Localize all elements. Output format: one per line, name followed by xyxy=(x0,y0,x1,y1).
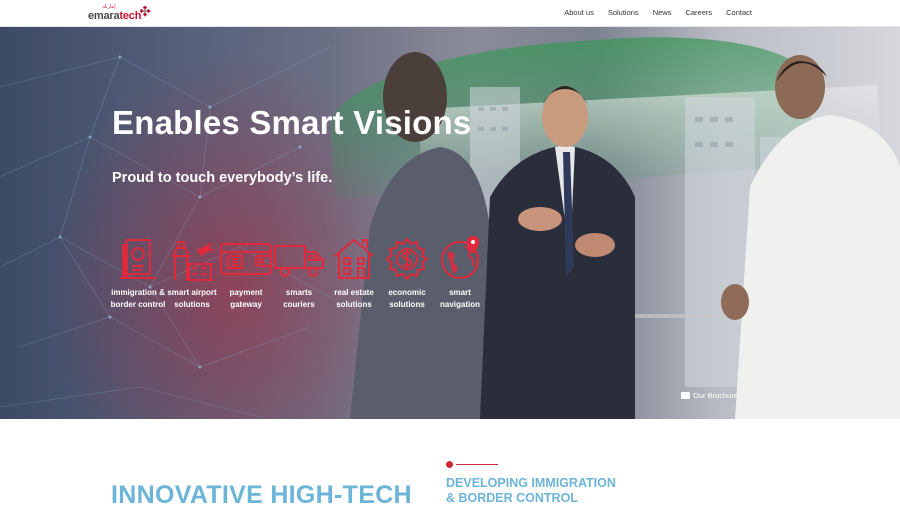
hero-banner: Enables Smart Visions Proud to touch eve… xyxy=(0,27,900,419)
subheading-line-2: & BORDER CONTROL xyxy=(446,491,578,505)
business-people-photo xyxy=(350,52,900,419)
service-label: smarts couriers xyxy=(283,288,315,309)
brochure-label: Our Brochure xyxy=(693,391,739,400)
hero-title: Enables Smart Visions xyxy=(112,104,472,141)
nav-solutions[interactable]: Solutions xyxy=(608,8,639,17)
logo-mark-icon xyxy=(140,6,151,17)
section-accent-divider xyxy=(446,461,498,468)
truck-icon xyxy=(274,245,324,277)
service-smart-couriers[interactable]: smarts couriers xyxy=(269,236,329,310)
airport-icon xyxy=(171,241,215,281)
globe-pin-icon xyxy=(441,236,479,279)
accent-dot xyxy=(446,461,453,468)
site-header: إمارتك emaratech About us Solutions News… xyxy=(0,0,900,27)
wallet-icon xyxy=(220,243,272,275)
logo-text: emaratech xyxy=(88,10,141,22)
service-label: smart navigation xyxy=(439,288,480,309)
our-brochure-link[interactable]: Our Brochure xyxy=(681,391,738,400)
section-heading: INNOVATIVE HIGH-TECH xyxy=(111,481,412,509)
service-immigration-border-control[interactable]: immigration & border control xyxy=(108,236,168,310)
service-real-estate[interactable]: real estate solutions xyxy=(324,236,384,310)
service-economic[interactable]: economic solutions xyxy=(377,236,437,310)
dollar-gear-icon xyxy=(385,237,429,281)
service-label: economic solutions xyxy=(388,288,426,309)
hero-subtitle: Proud to touch everybody’s life. xyxy=(112,170,333,186)
main-nav: About us Solutions News Careers Contact xyxy=(550,8,752,17)
services-list: immigration & border control smart airpor… xyxy=(111,236,491,326)
accent-line xyxy=(456,464,498,465)
service-payment-gateway[interactable]: payment gateway xyxy=(216,236,276,310)
book-icon xyxy=(681,392,690,399)
service-label: smart airport solutions xyxy=(167,288,217,309)
subheading-line-1: DEVELOPING IMMIGRATION xyxy=(446,476,616,490)
logo-text-accent: tech xyxy=(119,10,142,22)
nav-careers[interactable]: Careers xyxy=(685,8,712,17)
service-label: immigration & border control xyxy=(110,288,166,309)
service-smart-airport[interactable]: smart airport solutions xyxy=(162,236,222,310)
building-icon xyxy=(334,238,374,279)
logo-text-main: emara xyxy=(88,10,120,22)
section-subheading: DEVELOPING IMMIGRATION & BORDER CONTROL xyxy=(446,476,616,506)
service-smart-navigation[interactable]: smart navigation xyxy=(430,236,490,310)
service-label: payment gateway xyxy=(229,288,263,309)
nav-contact[interactable]: Contact xyxy=(726,8,752,17)
nav-news[interactable]: News xyxy=(653,8,672,17)
passport-icon xyxy=(120,239,156,279)
emaratech-logo[interactable]: إمارتك emaratech xyxy=(88,4,158,22)
nav-about-us[interactable]: About us xyxy=(564,8,594,17)
service-label: real estate solutions xyxy=(334,288,374,309)
